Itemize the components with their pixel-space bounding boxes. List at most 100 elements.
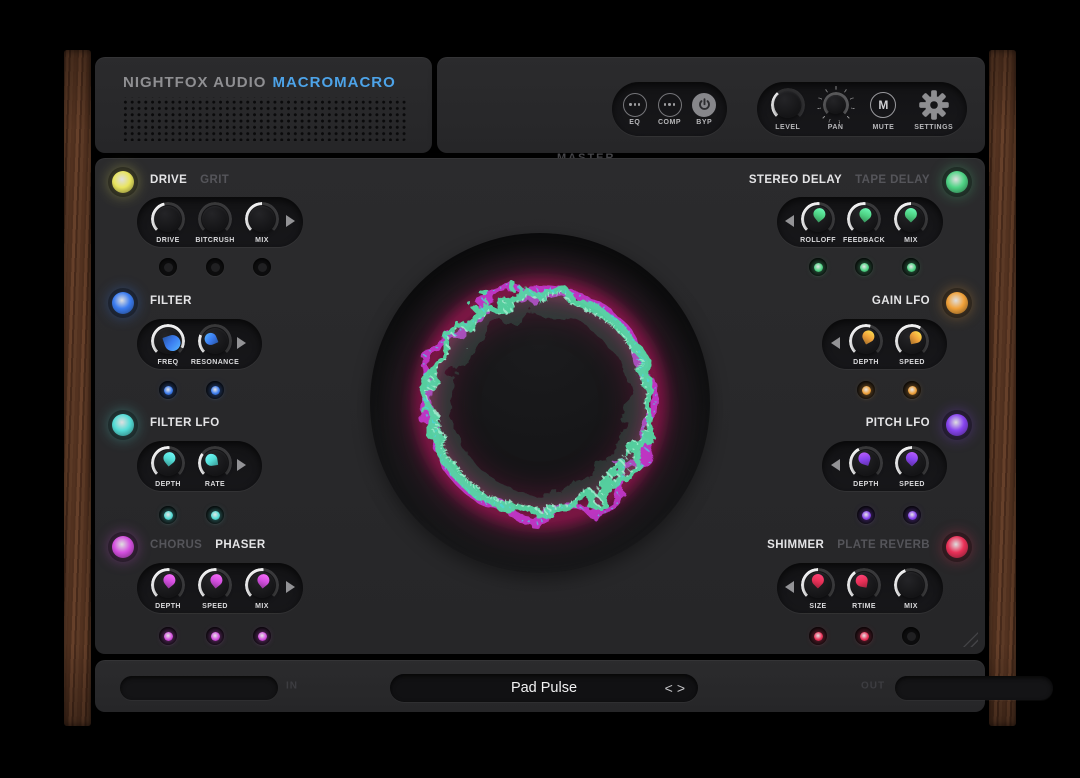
gain-lfo-led[interactable] [946, 292, 968, 314]
filter-knob-resonance[interactable] [198, 324, 232, 358]
tab-pitch-lfo[interactable]: PITCH LFO [866, 417, 930, 429]
shimmer-knob-mix[interactable] [894, 568, 928, 602]
filter-slot-button-1[interactable] [159, 381, 177, 399]
tab-filter[interactable]: FILTER [150, 295, 192, 307]
pitch-lfo-slot-button-1[interactable] [857, 506, 875, 524]
master-toggle-group: EQ COMP BYP [612, 82, 727, 136]
master-control-level[interactable]: LEVEL [771, 88, 805, 131]
drive-slot-button-1[interactable] [159, 258, 177, 276]
wood-rail-left [64, 50, 91, 726]
pitch-lfo-slot-button-2-dot [908, 511, 917, 520]
stereo-delay-slot-button-1-dot [814, 263, 823, 272]
shimmer-slot-button-3[interactable] [902, 627, 920, 645]
filter-knob-resonance-wedge [203, 331, 218, 346]
expand-right-arrow[interactable] [237, 337, 246, 349]
master-toggle-comp[interactable]: COMP [658, 93, 682, 126]
tab-shimmer[interactable]: SHIMMER [767, 539, 824, 551]
drive-slot-button-3[interactable] [253, 258, 271, 276]
shimmer-slot-button-2[interactable] [855, 627, 873, 645]
gain-lfo-slot-button-1[interactable] [857, 381, 875, 399]
shimmer-knob-size[interactable] [801, 568, 835, 602]
expand-left-arrow[interactable] [785, 215, 794, 227]
stereo-delay-knob-feedback[interactable] [847, 202, 881, 236]
expand-left-arrow[interactable] [831, 459, 840, 471]
master-control-settings[interactable]: SETTINGS [914, 88, 953, 131]
filter-lfo-slot-button-1[interactable] [159, 506, 177, 524]
tab-stereo-delay[interactable]: STEREO DELAY [749, 174, 842, 186]
chorus-slot-button-1[interactable] [159, 627, 177, 645]
expand-left-arrow[interactable] [785, 581, 794, 593]
master-control-pan[interactable]: PAN [819, 88, 853, 131]
mute-button: M [870, 92, 896, 118]
pitch-lfo-knob-depth[interactable] [849, 446, 883, 480]
stereo-delay-knob-rolloff-pointer [805, 206, 832, 233]
filter-slot-button-2[interactable] [206, 381, 224, 399]
preset-selector[interactable]: Pad Pulse < > [390, 674, 698, 702]
stereo-delay-led[interactable] [946, 171, 968, 193]
drive-slot-button-2[interactable] [206, 258, 224, 276]
shimmer-led[interactable] [946, 536, 968, 558]
stereo-delay-slot-button-2[interactable] [855, 258, 873, 276]
master-toggle-eq[interactable]: EQ [623, 93, 647, 126]
tab-grit[interactable]: GRIT [200, 174, 229, 186]
tab-plate-reverb[interactable]: PLATE REVERB [837, 539, 930, 551]
stereo-delay-knob-mix-pointer [898, 206, 925, 233]
chorus-knob-speed[interactable] [198, 568, 232, 602]
filter-lfo-slot-button-2[interactable] [206, 506, 224, 524]
gain-lfo-knob-depth[interactable] [849, 324, 883, 358]
filter-lfo-knob-depth[interactable] [151, 446, 185, 480]
gain-lfo-knob-speed[interactable] [895, 324, 929, 358]
shimmer-knob-rtime[interactable] [847, 568, 881, 602]
master-control-mute[interactable]: MMUTE [866, 88, 900, 131]
tab-drive[interactable]: DRIVE [150, 174, 187, 186]
stereo-delay-slot-button-1[interactable] [809, 258, 827, 276]
tab-phaser[interactable]: PHASER [215, 539, 265, 551]
chorus-tabs: CHORUS PHASER [150, 539, 266, 551]
chorus-led[interactable] [112, 536, 134, 558]
pan-knob[interactable] [823, 92, 849, 118]
filter-slot-button-1-dot [164, 386, 173, 395]
preset-next-icon[interactable]: > [677, 681, 685, 695]
chorus-knob-mix[interactable] [245, 568, 279, 602]
master-toggle-byp[interactable]: BYP [692, 93, 716, 126]
drive-led[interactable] [112, 171, 134, 193]
drive-knob-mix[interactable] [245, 202, 279, 236]
filter-led[interactable] [112, 292, 134, 314]
pitch-lfo-knob-speed[interactable] [895, 446, 929, 480]
shimmer-slot-button-2-dot [860, 632, 869, 641]
pitch-lfo-slot-button-2[interactable] [903, 506, 921, 524]
filter-knob-freq[interactable] [151, 324, 185, 358]
gain-lfo-slot-button-2[interactable] [903, 381, 921, 399]
preset-prev-icon[interactable]: < [665, 681, 673, 695]
output-label: OUT [861, 681, 885, 692]
master-control-label: SETTINGS [914, 124, 953, 131]
filter-lfo-led[interactable] [112, 414, 134, 436]
expand-right-arrow[interactable] [237, 459, 246, 471]
tab-tape-delay[interactable]: TAPE DELAY [855, 174, 930, 186]
chorus-slot-button-2[interactable] [206, 627, 224, 645]
gain-lfo-knob-group: DEPTHSPEED [822, 319, 947, 369]
filter-lfo-knob-rate[interactable] [198, 446, 232, 480]
level-knob[interactable] [771, 88, 805, 122]
drive-knob-drive[interactable] [151, 202, 185, 236]
stereo-delay-tabs: STEREO DELAY TAPE DELAY [749, 174, 930, 186]
gain-lfo-knob-speed-face [899, 328, 926, 355]
tab-filter-lfo[interactable]: FILTER LFO [150, 417, 220, 429]
chorus-knob-depth[interactable] [151, 568, 185, 602]
tab-gain-lfo[interactable]: GAIN LFO [872, 295, 930, 307]
stereo-delay-knob-rolloff[interactable] [801, 202, 835, 236]
expand-left-arrow[interactable] [831, 337, 840, 349]
tab-chorus[interactable]: CHORUS [150, 539, 202, 551]
stereo-delay-slot-button-3[interactable] [902, 258, 920, 276]
chorus-knob-depth-face [155, 572, 182, 599]
pitch-lfo-led[interactable] [946, 414, 968, 436]
drive-knob-group: DRIVEBITCRUSHMIX [137, 197, 303, 247]
stereo-delay-knob-mix[interactable] [894, 202, 928, 236]
shimmer-slot-button-1[interactable] [809, 627, 827, 645]
drive-knob-bitcrush[interactable] [198, 202, 232, 236]
shimmer-knob-size-wedge [810, 572, 827, 589]
expand-right-arrow[interactable] [286, 215, 295, 227]
expand-right-arrow[interactable] [286, 581, 295, 593]
chorus-slot-button-3[interactable] [253, 627, 271, 645]
drive-knob-label: MIX [230, 237, 294, 244]
